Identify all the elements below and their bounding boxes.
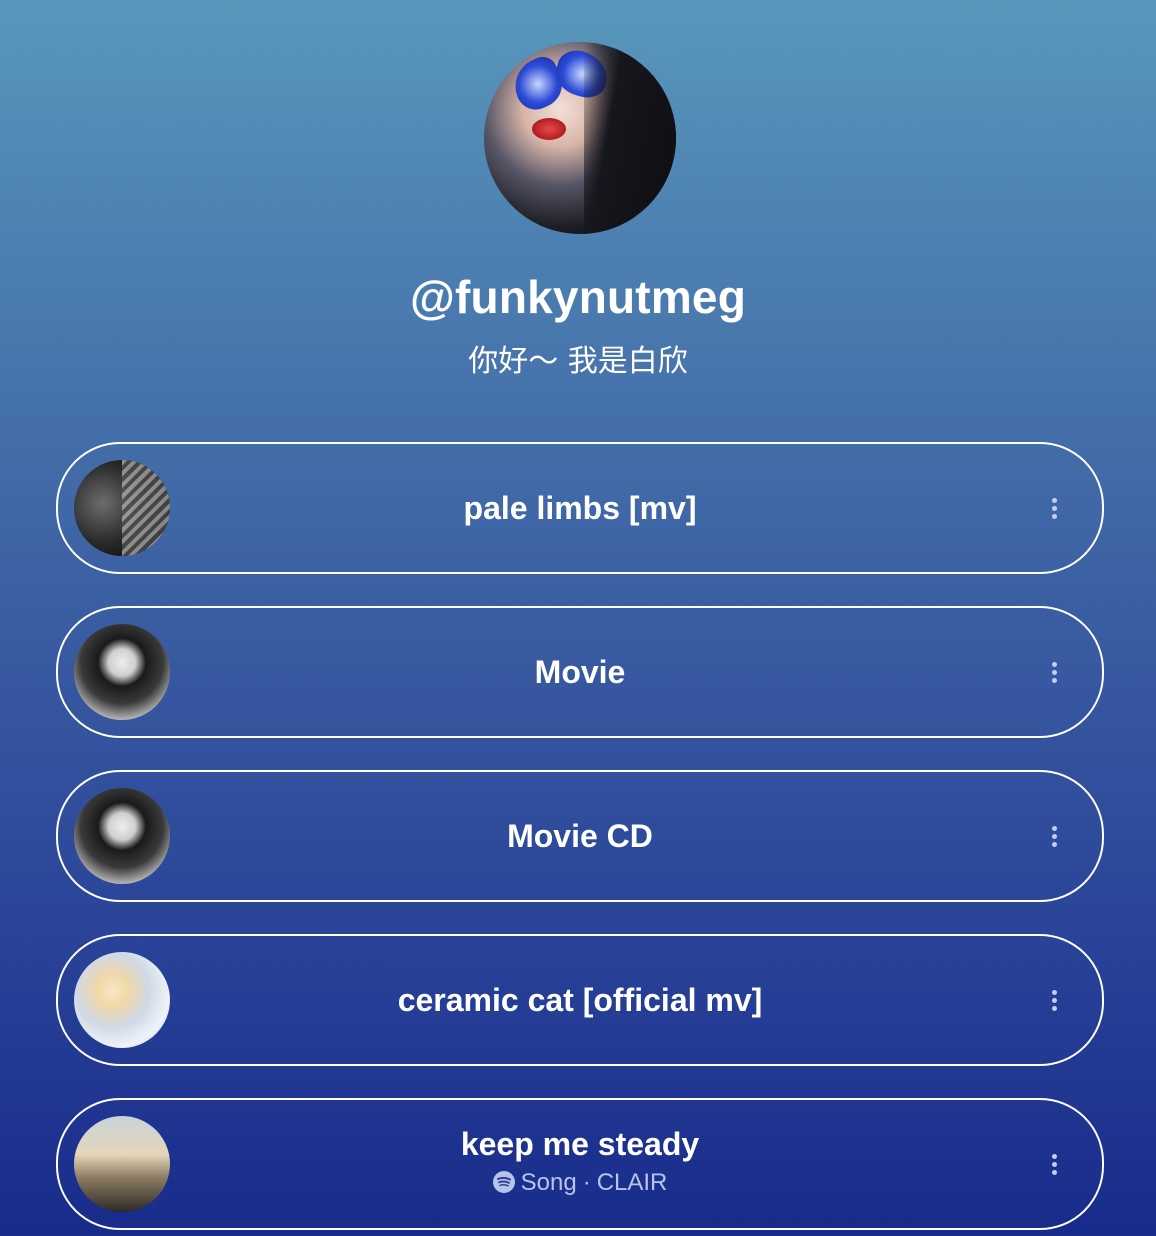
link-list: pale limbs [mv] Movie Movie CD ceramic c… xyxy=(56,442,1104,1236)
link-subtitle: Song · CLAIR xyxy=(58,1168,1102,1198)
more-options-icon[interactable] xyxy=(1040,1150,1068,1178)
link-title: pale limbs [mv] xyxy=(463,490,697,526)
more-options-icon[interactable] xyxy=(1040,494,1068,522)
link-title: keep me steady xyxy=(460,1126,700,1162)
profile-username: @funkynutmeg xyxy=(409,271,747,323)
spotify-icon xyxy=(492,1171,515,1193)
avatar-graphic xyxy=(532,118,566,140)
more-options-icon[interactable] xyxy=(1040,658,1068,686)
link-title: Movie xyxy=(534,654,626,690)
link-button-pale-limbs[interactable]: pale limbs [mv] xyxy=(56,442,1104,574)
link-subtitle-artist: CLAIR xyxy=(596,1169,668,1196)
avatar-graphic xyxy=(584,42,676,234)
link-title: Movie CD xyxy=(507,818,653,854)
link-subtitle-separator: · xyxy=(582,1169,591,1196)
link-button-movie-cd[interactable]: Movie CD xyxy=(56,770,1104,902)
link-button-movie[interactable]: Movie xyxy=(56,606,1104,738)
link-button-keep-me-steady[interactable]: keep me steady Song · CLAIR xyxy=(56,1098,1104,1230)
profile-bio: 你好～ 我是白欣 xyxy=(468,344,688,379)
avatar[interactable] xyxy=(484,42,676,234)
more-options-icon[interactable] xyxy=(1040,822,1068,850)
link-title: ceramic cat [official mv] xyxy=(397,982,763,1018)
more-options-icon[interactable] xyxy=(1040,986,1068,1014)
link-button-ceramic-cat[interactable]: ceramic cat [official mv] xyxy=(56,934,1104,1066)
link-subtitle-type: Song xyxy=(520,1169,577,1196)
